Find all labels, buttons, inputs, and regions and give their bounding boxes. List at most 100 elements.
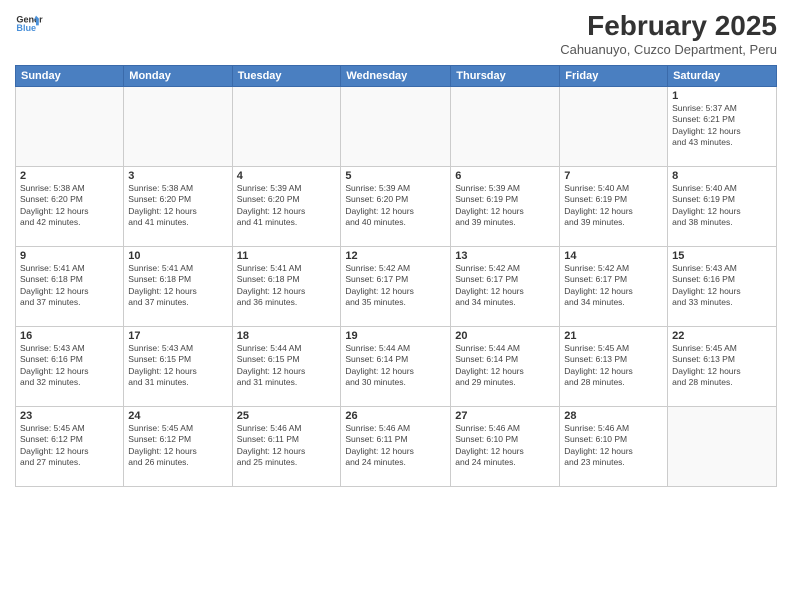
day-info: Sunrise: 5:46 AM Sunset: 6:10 PM Dayligh… <box>455 423 555 469</box>
calendar-week-row: 23Sunrise: 5:45 AM Sunset: 6:12 PM Dayli… <box>16 407 777 487</box>
day-number: 24 <box>128 410 227 422</box>
calendar-table: SundayMondayTuesdayWednesdayThursdayFrid… <box>15 65 777 487</box>
day-number: 23 <box>20 410 119 422</box>
calendar-cell <box>232 87 341 167</box>
svg-text:Blue: Blue <box>16 23 36 33</box>
calendar-cell: 8Sunrise: 5:40 AM Sunset: 6:19 PM Daylig… <box>668 167 777 247</box>
day-info: Sunrise: 5:46 AM Sunset: 6:11 PM Dayligh… <box>237 423 337 469</box>
day-number: 20 <box>455 330 555 342</box>
weekday-header: Saturday <box>668 66 777 87</box>
weekday-header: Thursday <box>451 66 560 87</box>
day-number: 14 <box>564 250 663 262</box>
calendar-cell: 13Sunrise: 5:42 AM Sunset: 6:17 PM Dayli… <box>451 247 560 327</box>
calendar-week-row: 1Sunrise: 5:37 AM Sunset: 6:21 PM Daylig… <box>16 87 777 167</box>
day-number: 9 <box>20 250 119 262</box>
weekday-header-row: SundayMondayTuesdayWednesdayThursdayFrid… <box>16 66 777 87</box>
day-number: 26 <box>345 410 446 422</box>
page-subtitle: Cahuanuyo, Cuzco Department, Peru <box>560 42 777 57</box>
day-number: 22 <box>672 330 772 342</box>
calendar-week-row: 2 Sunrise: 5:38 AM Sunset: 6:20 PM Daylig… <box>16 167 777 247</box>
day-number: 17 <box>128 330 227 342</box>
weekday-header: Wednesday <box>341 66 451 87</box>
calendar-cell: 22Sunrise: 5:45 AM Sunset: 6:13 PM Dayli… <box>668 327 777 407</box>
day-info: Sunrise: 5:45 AM Sunset: 6:12 PM Dayligh… <box>20 423 119 469</box>
weekday-header: Friday <box>560 66 668 87</box>
day-number: 12 <box>345 250 446 262</box>
day-info: Sunrise: 5:45 AM Sunset: 6:13 PM Dayligh… <box>564 343 663 389</box>
title-block: February 2025 Cahuanuyo, Cuzco Departmen… <box>560 10 777 57</box>
day-info: Sunrise: 5:44 AM Sunset: 6:14 PM Dayligh… <box>455 343 555 389</box>
weekday-header: Sunday <box>16 66 124 87</box>
calendar-cell: 26Sunrise: 5:46 AM Sunset: 6:11 PM Dayli… <box>341 407 451 487</box>
day-number: 2 <box>20 170 119 182</box>
day-number: 1 <box>672 90 772 102</box>
day-number: 18 <box>237 330 337 342</box>
day-info: Sunrise: 5:44 AM Sunset: 6:14 PM Dayligh… <box>345 343 446 389</box>
calendar-cell: 18Sunrise: 5:44 AM Sunset: 6:15 PM Dayli… <box>232 327 341 407</box>
logo-icon: General Blue <box>15 10 43 38</box>
calendar-cell: 21Sunrise: 5:45 AM Sunset: 6:13 PM Dayli… <box>560 327 668 407</box>
calendar-cell: 9Sunrise: 5:41 AM Sunset: 6:18 PM Daylig… <box>16 247 124 327</box>
day-info: Sunrise: 5:37 AM Sunset: 6:21 PM Dayligh… <box>672 103 772 149</box>
calendar-cell: 23Sunrise: 5:45 AM Sunset: 6:12 PM Dayli… <box>16 407 124 487</box>
day-number: 15 <box>672 250 772 262</box>
calendar-cell: 14Sunrise: 5:42 AM Sunset: 6:17 PM Dayli… <box>560 247 668 327</box>
day-info: Sunrise: 5:41 AM Sunset: 6:18 PM Dayligh… <box>237 263 337 309</box>
day-info: Sunrise: 5:42 AM Sunset: 6:17 PM Dayligh… <box>345 263 446 309</box>
day-number: 8 <box>672 170 772 182</box>
calendar-cell: 11Sunrise: 5:41 AM Sunset: 6:18 PM Dayli… <box>232 247 341 327</box>
calendar-cell: 10Sunrise: 5:41 AM Sunset: 6:18 PM Dayli… <box>124 247 232 327</box>
day-info: Sunrise: 5:43 AM Sunset: 6:16 PM Dayligh… <box>20 343 119 389</box>
calendar-cell: 6Sunrise: 5:39 AM Sunset: 6:19 PM Daylig… <box>451 167 560 247</box>
day-number: 16 <box>20 330 119 342</box>
calendar-cell: 25Sunrise: 5:46 AM Sunset: 6:11 PM Dayli… <box>232 407 341 487</box>
calendar-cell: 17Sunrise: 5:43 AM Sunset: 6:15 PM Dayli… <box>124 327 232 407</box>
calendar-cell: 1Sunrise: 5:37 AM Sunset: 6:21 PM Daylig… <box>668 87 777 167</box>
day-number: 3 <box>128 170 227 182</box>
day-number: 4 <box>237 170 337 182</box>
calendar-cell: 7Sunrise: 5:40 AM Sunset: 6:19 PM Daylig… <box>560 167 668 247</box>
day-number: 11 <box>237 250 337 262</box>
day-info: Sunrise: 5:39 AM Sunset: 6:20 PM Dayligh… <box>237 183 337 229</box>
day-info: Sunrise: 5:43 AM Sunset: 6:15 PM Dayligh… <box>128 343 227 389</box>
calendar-cell: 15Sunrise: 5:43 AM Sunset: 6:16 PM Dayli… <box>668 247 777 327</box>
day-info: Sunrise: 5:43 AM Sunset: 6:16 PM Dayligh… <box>672 263 772 309</box>
calendar-cell: 24Sunrise: 5:45 AM Sunset: 6:12 PM Dayli… <box>124 407 232 487</box>
day-number: 28 <box>564 410 663 422</box>
calendar-cell: 28Sunrise: 5:46 AM Sunset: 6:10 PM Dayli… <box>560 407 668 487</box>
day-number: 19 <box>345 330 446 342</box>
day-info: Sunrise: 5:39 AM Sunset: 6:20 PM Dayligh… <box>345 183 446 229</box>
day-info: Sunrise: 5:45 AM Sunset: 6:13 PM Dayligh… <box>672 343 772 389</box>
logo: General Blue <box>15 10 43 38</box>
day-info: Sunrise: 5:38 AM Sunset: 6:20 PM Dayligh… <box>128 183 227 229</box>
day-info: Sunrise: 5:42 AM Sunset: 6:17 PM Dayligh… <box>564 263 663 309</box>
day-info: Sunrise: 5:44 AM Sunset: 6:15 PM Dayligh… <box>237 343 337 389</box>
day-info: Sunrise: 5:39 AM Sunset: 6:19 PM Dayligh… <box>455 183 555 229</box>
day-number: 21 <box>564 330 663 342</box>
calendar-cell <box>560 87 668 167</box>
calendar-week-row: 16Sunrise: 5:43 AM Sunset: 6:16 PM Dayli… <box>16 327 777 407</box>
day-number: 25 <box>237 410 337 422</box>
day-info: Sunrise: 5:41 AM Sunset: 6:18 PM Dayligh… <box>128 263 227 309</box>
day-info: Sunrise: 5:40 AM Sunset: 6:19 PM Dayligh… <box>672 183 772 229</box>
day-info: Sunrise: 5:46 AM Sunset: 6:10 PM Dayligh… <box>564 423 663 469</box>
calendar-cell: 20Sunrise: 5:44 AM Sunset: 6:14 PM Dayli… <box>451 327 560 407</box>
calendar-cell: 19Sunrise: 5:44 AM Sunset: 6:14 PM Dayli… <box>341 327 451 407</box>
day-info: Sunrise: 5:46 AM Sunset: 6:11 PM Dayligh… <box>345 423 446 469</box>
page-title: February 2025 <box>560 10 777 42</box>
calendar-cell <box>451 87 560 167</box>
calendar-cell: 5Sunrise: 5:39 AM Sunset: 6:20 PM Daylig… <box>341 167 451 247</box>
weekday-header: Tuesday <box>232 66 341 87</box>
day-number: 5 <box>345 170 446 182</box>
day-info: Sunrise: 5:45 AM Sunset: 6:12 PM Dayligh… <box>128 423 227 469</box>
day-number: 27 <box>455 410 555 422</box>
calendar-cell <box>341 87 451 167</box>
day-number: 13 <box>455 250 555 262</box>
calendar-cell: 3Sunrise: 5:38 AM Sunset: 6:20 PM Daylig… <box>124 167 232 247</box>
weekday-header: Monday <box>124 66 232 87</box>
page-header: General Blue February 2025 Cahuanuyo, Cu… <box>15 10 777 57</box>
day-number: 10 <box>128 250 227 262</box>
calendar-cell <box>124 87 232 167</box>
day-info: Sunrise: 5:40 AM Sunset: 6:19 PM Dayligh… <box>564 183 663 229</box>
day-number: 6 <box>455 170 555 182</box>
